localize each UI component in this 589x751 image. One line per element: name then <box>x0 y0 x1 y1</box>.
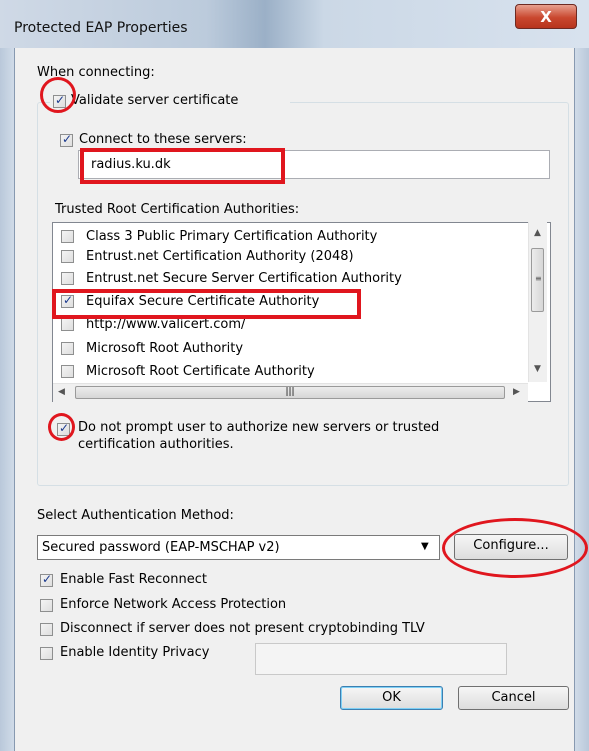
identity-privacy-input[interactable] <box>255 643 507 675</box>
list-horizontal-scrollbar[interactable]: ◀ ||| ▶ <box>53 383 528 402</box>
grip-icon: ≡ <box>535 274 542 283</box>
dialog-window: Protected EAP Properties X When connecti… <box>0 0 589 751</box>
cryptobinding-checkbox[interactable] <box>40 623 53 636</box>
scroll-left-icon[interactable]: ◀ <box>58 387 65 397</box>
scroll-right-icon[interactable]: ▶ <box>513 387 520 397</box>
grip-icon: ||| <box>285 387 295 397</box>
authority-row[interactable]: Microsoft Root Authority <box>61 339 531 359</box>
cryptobinding-label: Disconnect if server does not present cr… <box>60 621 425 636</box>
authority-checkbox[interactable] <box>61 230 74 243</box>
authority-checkbox[interactable] <box>61 272 74 285</box>
annotation-box-servers <box>80 148 285 184</box>
annotation-circle-no-prompt <box>48 413 75 441</box>
authority-row[interactable]: Entrust.net Secure Server Certification … <box>61 269 531 289</box>
authority-label: Class 3 Public Primary Certification Aut… <box>86 229 378 244</box>
authority-label: Microsoft Root Certificate Authority <box>86 364 315 379</box>
auth-method-label: Select Authentication Method: <box>37 508 234 523</box>
cancel-button[interactable]: Cancel <box>458 686 569 710</box>
connect-servers-checkbox[interactable] <box>60 132 73 147</box>
annotation-box-equifax <box>52 289 361 319</box>
no-prompt-label-line1: Do not prompt user to authorize new serv… <box>78 420 440 435</box>
list-vertical-scrollbar[interactable]: ▲ ≡ ▼ <box>528 222 547 382</box>
connect-servers-label: Connect to these servers: <box>79 132 247 147</box>
authority-checkbox[interactable] <box>61 318 74 331</box>
no-prompt-label-line2: certification authorities. <box>78 437 234 452</box>
authority-checkbox[interactable] <box>61 342 74 355</box>
window-frame-right <box>575 48 589 751</box>
trusted-root-label: Trusted Root Certification Authorities: <box>55 202 300 217</box>
scroll-up-icon[interactable]: ▲ <box>534 228 541 238</box>
authority-label: http://www.valicert.com/ <box>86 317 246 332</box>
annotation-circle-validate <box>40 77 76 113</box>
enforce-nap-checkbox[interactable] <box>40 599 53 612</box>
authority-label: Entrust.net Certification Authority (204… <box>86 249 354 264</box>
annotation-circle-configure <box>442 518 588 578</box>
fast-reconnect-checkbox[interactable] <box>40 572 53 587</box>
enforce-nap-label: Enforce Network Access Protection <box>60 597 287 612</box>
authority-checkbox[interactable] <box>61 250 74 263</box>
horizontal-scroll-thumb[interactable]: ||| <box>75 386 505 399</box>
scroll-down-icon[interactable]: ▼ <box>534 364 541 374</box>
authority-row[interactable]: Entrust.net Certification Authority (204… <box>61 247 531 267</box>
authority-label: Entrust.net Secure Server Certification … <box>86 271 402 286</box>
authority-checkbox[interactable] <box>61 365 74 378</box>
chevron-down-icon[interactable]: ▼ <box>421 541 429 552</box>
title-bar[interactable]: Protected EAP Properties X <box>0 0 589 48</box>
authority-label: Microsoft Root Authority <box>86 341 244 356</box>
ok-button[interactable]: OK <box>340 686 443 710</box>
identity-privacy-label: Enable Identity Privacy <box>60 645 210 660</box>
auth-method-select[interactable]: Secured password (EAP-MSCHAP v2) ▼ <box>37 535 440 560</box>
fast-reconnect-label: Enable Fast Reconnect <box>60 572 207 587</box>
vertical-scroll-thumb[interactable]: ≡ <box>531 248 544 312</box>
identity-privacy-checkbox[interactable] <box>40 647 53 660</box>
window-title: Protected EAP Properties <box>14 20 188 36</box>
authority-row[interactable]: Microsoft Root Certificate Authority <box>61 362 531 382</box>
auth-method-value: Secured password (EAP-MSCHAP v2) <box>42 540 280 555</box>
close-button[interactable]: X <box>515 4 577 29</box>
window-frame-left <box>0 48 14 751</box>
validate-server-label: Validate server certificate <box>71 93 239 108</box>
authority-row[interactable]: Class 3 Public Primary Certification Aut… <box>61 227 531 247</box>
